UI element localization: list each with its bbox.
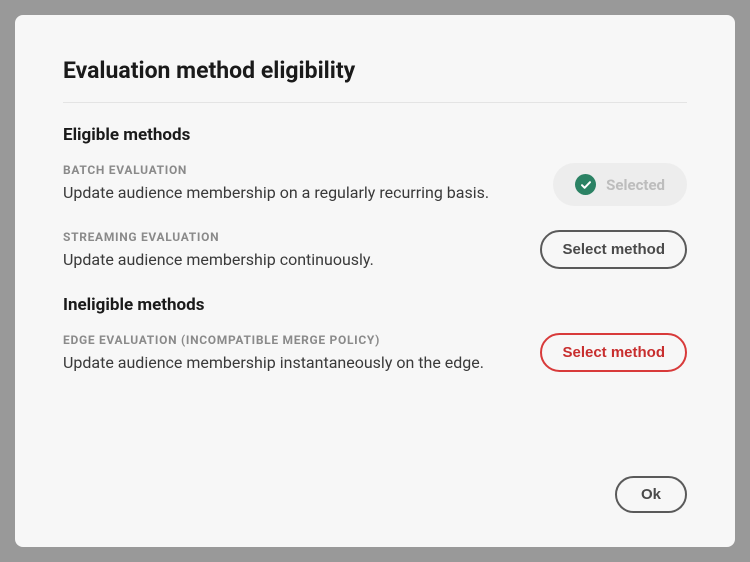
- method-text-streaming: STREAMING EVALUATION Update audience mem…: [63, 230, 540, 271]
- divider: [63, 102, 687, 103]
- method-label-edge: EDGE EVALUATION (INCOMPATIBLE MERGE POLI…: [63, 333, 520, 347]
- selected-label: Selected: [606, 176, 665, 194]
- select-method-button-edge[interactable]: Select method: [540, 333, 687, 372]
- method-desc-batch: Update audience membership on a regularl…: [63, 182, 533, 204]
- select-method-label: Select method: [562, 241, 665, 258]
- method-row-edge: EDGE EVALUATION (INCOMPATIBLE MERGE POLI…: [63, 333, 687, 374]
- select-method-button-streaming[interactable]: Select method: [540, 230, 687, 269]
- method-desc-streaming: Update audience membership continuously.: [63, 249, 520, 271]
- check-icon: [575, 174, 596, 195]
- selected-pill-batch: Selected: [553, 163, 687, 206]
- method-text-edge: EDGE EVALUATION (INCOMPATIBLE MERGE POLI…: [63, 333, 540, 374]
- method-label-streaming: STREAMING EVALUATION: [63, 230, 520, 244]
- dialog-footer: Ok: [615, 476, 687, 513]
- method-label-batch: BATCH EVALUATION: [63, 163, 533, 177]
- select-method-label: Select method: [562, 344, 665, 361]
- method-text-batch: BATCH EVALUATION Update audience members…: [63, 163, 553, 204]
- method-row-streaming: STREAMING EVALUATION Update audience mem…: [63, 230, 687, 271]
- eligibility-dialog: Evaluation method eligibility Eligible m…: [15, 15, 735, 547]
- method-desc-edge: Update audience membership instantaneous…: [63, 352, 520, 374]
- method-row-batch: BATCH EVALUATION Update audience members…: [63, 163, 687, 206]
- ok-button[interactable]: Ok: [615, 476, 687, 513]
- ineligible-methods-heading: Ineligible methods: [63, 295, 687, 315]
- eligible-methods-heading: Eligible methods: [63, 125, 687, 145]
- dialog-title: Evaluation method eligibility: [63, 57, 687, 84]
